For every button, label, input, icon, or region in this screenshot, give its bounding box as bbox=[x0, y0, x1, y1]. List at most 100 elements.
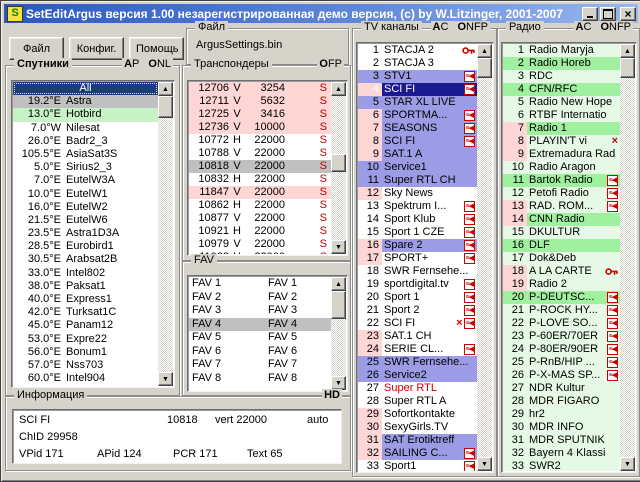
scrollbar-thumb[interactable] bbox=[158, 96, 173, 118]
transponder-row[interactable]: 10877 V 22000 S bbox=[189, 212, 331, 225]
radio-channel-row[interactable]: 12 Petofi Radio ≡◀ bbox=[503, 187, 620, 200]
satellite-row[interactable]: All bbox=[13, 82, 158, 96]
satellite-row[interactable]: 53.0°E Expre22 bbox=[13, 333, 158, 346]
radio-channel-row[interactable]: 8 PLAYIN'T vi × bbox=[503, 135, 620, 148]
transponder-row[interactable]: 10921 H 22000 S bbox=[189, 225, 331, 238]
transponder-row[interactable]: 10832 H 22000 S bbox=[189, 173, 331, 186]
config-menu-button[interactable]: Конфиг. bbox=[69, 37, 124, 60]
tv-channel-row[interactable]: 26 Service2 bbox=[358, 369, 477, 382]
scroll-down-icon[interactable]: ▼ bbox=[477, 457, 492, 471]
satellite-row[interactable]: 16.0°E EutelW2 bbox=[13, 201, 158, 214]
radio-channel-row[interactable]: 3 RDC bbox=[503, 70, 620, 83]
radio-channel-row[interactable]: 27 NDR Kultur bbox=[503, 382, 620, 395]
transponder-row[interactable]: 12711 V 5632 S bbox=[189, 95, 331, 108]
transponders-scrollbar[interactable]: ▲ ▼ bbox=[331, 82, 346, 254]
tv-channel-row[interactable]: 23 SAT.1 CH bbox=[358, 330, 477, 343]
radio-channel-row[interactable]: 15 DKULTUR bbox=[503, 226, 620, 239]
tv-channel-row[interactable]: 11 Super RTL CH bbox=[358, 174, 477, 187]
minimize-button[interactable] bbox=[582, 6, 598, 21]
scroll-down-icon[interactable]: ▼ bbox=[158, 372, 173, 386]
fav-row[interactable]: FAV 8 FAV 8 bbox=[189, 372, 331, 386]
satellite-row[interactable]: 28.5°E Eurobird1 bbox=[13, 240, 158, 253]
transponder-row[interactable]: 10772 H 22000 S bbox=[189, 134, 331, 147]
tv-channel-row[interactable]: 32 SAILING C... ≡◀ bbox=[358, 447, 477, 460]
transponder-row[interactable]: 12725 V 3416 S bbox=[189, 108, 331, 121]
radio-channel-row[interactable]: 6 RTBF Internatio bbox=[503, 109, 620, 122]
tv-channel-row[interactable]: 9 SAT.1 A bbox=[358, 148, 477, 161]
tv-channel-row[interactable]: 20 Sport 1 ≡◀ bbox=[358, 291, 477, 304]
tv-channel-row[interactable]: 14 Sport Klub ≡◀ bbox=[358, 213, 477, 226]
satellite-row[interactable]: 60.0°E Intel904 bbox=[13, 372, 158, 385]
transponder-row[interactable]: 12706 V 3254 S bbox=[189, 82, 331, 95]
tv-channel-row[interactable]: 2 STACJA 3 bbox=[358, 57, 477, 70]
radio-channel-row[interactable]: 32 Bayern 4 Klassi bbox=[503, 447, 620, 460]
tv-channel-row[interactable]: 31 SAT Erotiktreff bbox=[358, 434, 477, 447]
radio-channel-row[interactable]: 4 CFN/RFC bbox=[503, 83, 620, 96]
scrollbar-thumb[interactable] bbox=[331, 291, 346, 319]
fav-row[interactable]: FAV 2 FAV 2 bbox=[189, 291, 331, 305]
tv-channel-row[interactable]: 5 STAR XL LIVE bbox=[358, 96, 477, 109]
radio-channel-row[interactable]: 18 A LA CARTE bbox=[503, 265, 620, 278]
tv-channel-row[interactable]: 8 SCI FI ≡◀ bbox=[358, 135, 477, 148]
satellite-row[interactable]: 42.0°E Turksat1C bbox=[13, 306, 158, 319]
radio-channel-row[interactable]: 28 MDR FIGARO bbox=[503, 395, 620, 408]
scrollbar-thumb[interactable] bbox=[331, 154, 346, 172]
satellite-row[interactable]: 57.0°E Nss703 bbox=[13, 359, 158, 372]
satellite-row[interactable]: 5.0°E Sirius2_3 bbox=[13, 161, 158, 174]
scroll-down-icon[interactable]: ▼ bbox=[331, 376, 346, 390]
satellite-row[interactable]: 10.0°E EutelW1 bbox=[13, 188, 158, 201]
radio-channel-row[interactable]: 19 Radio 2 bbox=[503, 278, 620, 291]
radio-channel-row[interactable]: 11 Bartok Radio ≡◀ bbox=[503, 174, 620, 187]
radio-channel-row[interactable]: 31 MDR SPUTNIK bbox=[503, 434, 620, 447]
transponder-row[interactable]: 10818 V 22000 S bbox=[189, 160, 331, 173]
radio-scrollbar[interactable]: ▲ ▼ bbox=[620, 44, 635, 471]
radio-channel-row[interactable]: 17 Dok&Deb bbox=[503, 252, 620, 265]
transponder-row[interactable]: 10788 V 22000 S bbox=[189, 147, 331, 160]
tv-channel-row[interactable]: 29 Sofortkontakte bbox=[358, 408, 477, 421]
satellite-row[interactable]: 23.5°E Astra1D3A bbox=[13, 227, 158, 240]
transponder-row[interactable]: 12736 V 10000 S bbox=[189, 121, 331, 134]
fav-scrollbar[interactable]: ▲ ▼ bbox=[331, 277, 346, 390]
satellite-row[interactable]: 21.5°E EutelW6 bbox=[13, 214, 158, 227]
tv-channel-row[interactable]: 30 SexyGirls.TV bbox=[358, 421, 477, 434]
satellite-row[interactable]: 30.5°E Arabsat2B bbox=[13, 253, 158, 266]
tv-channel-row[interactable]: 22 SCI FI × ≡◀ bbox=[358, 317, 477, 330]
satellite-row[interactable]: 7.0°E EutelW3A bbox=[13, 174, 158, 187]
radio-channel-row[interactable]: 2 Radio Horeb bbox=[503, 57, 620, 70]
radio-channel-row[interactable]: 30 MDR INFO bbox=[503, 421, 620, 434]
tv-channel-row[interactable]: 13 Spektrum I... ≡◀ bbox=[358, 200, 477, 213]
satellite-row[interactable]: 40.0°E Express1 bbox=[13, 293, 158, 306]
radio-channel-row[interactable]: 9 Extremadura Rad bbox=[503, 148, 620, 161]
radio-channel-row[interactable]: 1 Radio Maryja bbox=[503, 44, 620, 57]
tv-channel-row[interactable]: 24 SERIE CL... ≡◀ bbox=[358, 343, 477, 356]
scroll-up-icon[interactable]: ▲ bbox=[477, 44, 492, 58]
satellite-row[interactable]: 38.0°E Paksat1 bbox=[13, 280, 158, 293]
scrollbar-thumb[interactable] bbox=[620, 58, 635, 78]
fav-row[interactable]: FAV 3 FAV 3 bbox=[189, 304, 331, 318]
tv-channel-row[interactable]: 1 STACJA 2 bbox=[358, 44, 477, 57]
satellite-row[interactable]: 56.0°E Bonum1 bbox=[13, 346, 158, 359]
radio-channel-row[interactable]: 7 Radio 1 bbox=[503, 122, 620, 135]
fav-row[interactable]: FAV 7 FAV 7 bbox=[189, 358, 331, 372]
scroll-up-icon[interactable]: ▲ bbox=[620, 44, 635, 58]
fav-row[interactable]: FAV 6 FAV 6 bbox=[189, 345, 331, 359]
satellite-row[interactable]: 105.5°E AsiaSat3S bbox=[13, 148, 158, 161]
scroll-down-icon[interactable]: ▼ bbox=[620, 457, 635, 471]
tv-channel-row[interactable]: 3 STV1 ≡◀ bbox=[358, 70, 477, 83]
radio-channel-row[interactable]: 26 P-X-MAS SP... ≡◀ bbox=[503, 369, 620, 382]
maximize-button[interactable] bbox=[600, 6, 616, 21]
transponder-row[interactable]: 11847 V 22000 S bbox=[189, 186, 331, 199]
transponder-row[interactable]: 10862 H 22000 S bbox=[189, 199, 331, 212]
tv-channel-row[interactable]: 27 Super RTL bbox=[358, 382, 477, 395]
satellite-row[interactable]: 33.0°E Intel802 bbox=[13, 267, 158, 280]
fav-row[interactable]: FAV 4 FAV 4 bbox=[189, 317, 331, 331]
scrollbar-thumb[interactable] bbox=[477, 58, 492, 78]
tv-channel-row[interactable]: 7 SEASONS ≡◀ bbox=[358, 122, 477, 135]
radio-channel-row[interactable]: 10 Radio Aragon bbox=[503, 161, 620, 174]
fav-row[interactable]: FAV 5 FAV 5 bbox=[189, 331, 331, 345]
tv-channel-row[interactable]: 18 SWR Fernsehe... bbox=[358, 265, 477, 278]
satellite-row[interactable]: 45.0°E Panam12 bbox=[13, 319, 158, 332]
close-button[interactable]: × bbox=[620, 6, 636, 21]
radio-channel-row[interactable]: 21 P-ROCK HY... ≡◀ bbox=[503, 304, 620, 317]
radio-channel-row[interactable]: 20 P-DEUTSC... ≡◀ bbox=[503, 291, 620, 304]
